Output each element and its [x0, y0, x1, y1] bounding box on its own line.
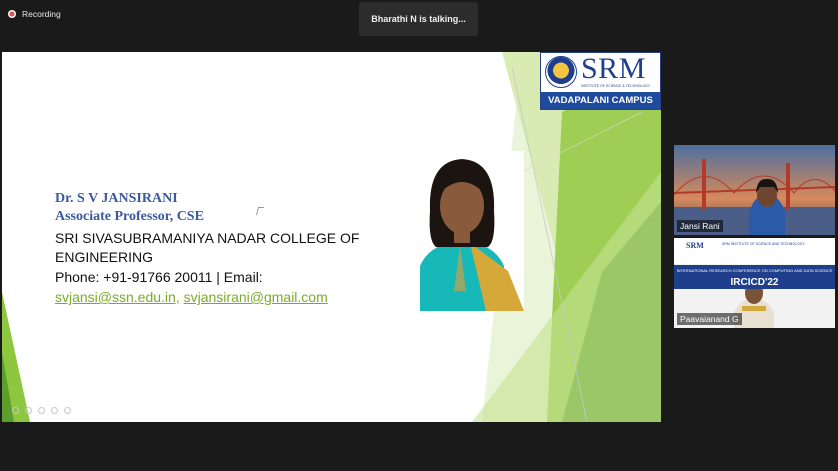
srm-logo: SRM INSTITUTE OF SCIENCE & TECHNOLOGY VA…	[540, 52, 661, 110]
participant-name: Jansi Rani	[677, 220, 723, 232]
srm-emblem-icon	[545, 56, 577, 88]
speaker-photo	[400, 151, 524, 311]
banner-event: IRCICD'22	[674, 277, 835, 289]
college-line-2: ENGINEERING	[55, 249, 154, 265]
slides-grid-icon[interactable]	[38, 407, 45, 414]
email-link-1[interactable]: svjansi@ssn.edu.in,	[55, 289, 180, 305]
banner-conference: INTERNATIONAL RESEARCH CONFERENCE ON COM…	[674, 265, 835, 277]
zoom-icon[interactable]	[51, 407, 58, 414]
contact-phone: Phone: +91-91766 20011 | Email:	[55, 269, 263, 285]
pen-icon[interactable]	[25, 407, 32, 414]
recording-indicator: Recording	[8, 9, 61, 19]
contact-emails: svjansi@ssn.edu.in, svjansirani@gmail.co…	[55, 289, 328, 305]
banner-institute: SRM INSTITUTE OF SCIENCE AND TECHNOLOGY	[722, 242, 805, 246]
shared-slide: SRM INSTITUTE OF SCIENCE & TECHNOLOGY VA…	[2, 52, 661, 422]
email-link-2[interactable]: svjansirani@gmail.com	[184, 289, 328, 305]
logo-subtitle: INSTITUTE OF SCIENCE & TECHNOLOGY	[581, 84, 651, 88]
participant-tile-paavaianand[interactable]: SRM SRM INSTITUTE OF SCIENCE AND TECHNOL…	[674, 238, 835, 328]
recording-label: Recording	[22, 9, 61, 19]
banner-org: SRM	[686, 241, 704, 250]
prev-slide-icon[interactable]	[12, 407, 19, 414]
college-line-1: SRI SIVASUBRAMANIYA NADAR COLLEGE OF	[55, 230, 360, 246]
logo-campus: VADAPALANI CAMPUS	[541, 92, 660, 109]
active-speaker-banner: Bharathi N is talking...	[359, 2, 478, 36]
next-slide-icon[interactable]	[64, 407, 71, 414]
slide-controls	[12, 407, 71, 414]
participant-tile-jansi-rani[interactable]: Jansi Rani	[674, 145, 835, 235]
record-icon	[8, 10, 16, 18]
logo-name: SRM	[581, 52, 646, 85]
participant-name: Paavaianand G	[677, 313, 742, 325]
speaker-name: Dr. S V JANSIRANI	[55, 191, 178, 206]
speaker-title: Associate Professor, CSE	[55, 209, 204, 224]
